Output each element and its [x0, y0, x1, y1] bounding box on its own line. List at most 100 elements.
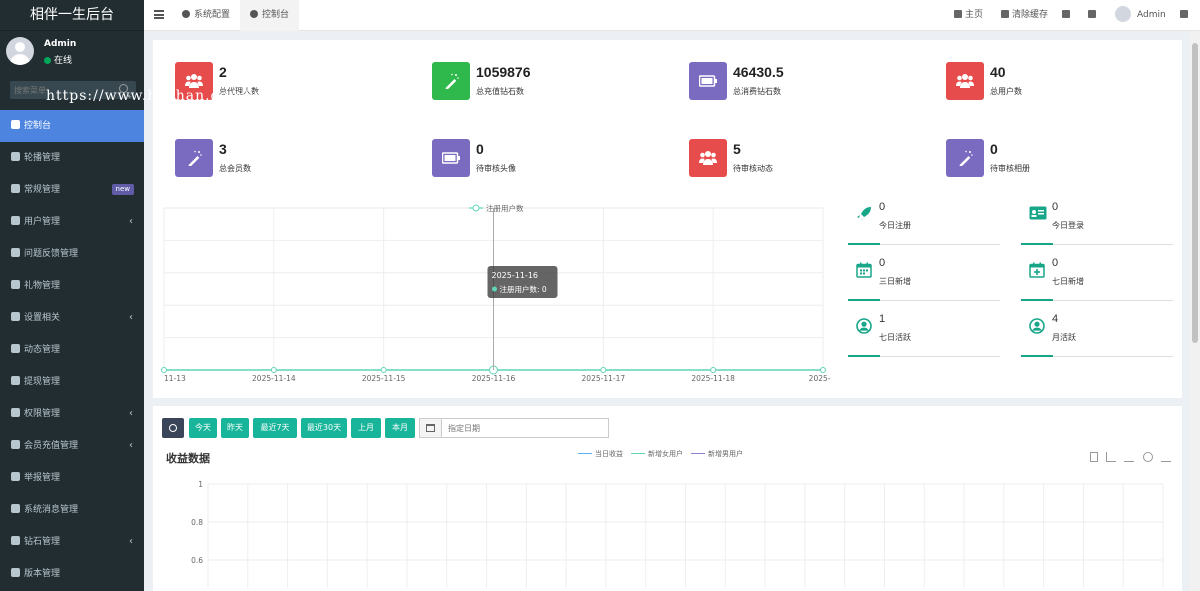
legend-label: 注册用户数: [486, 203, 524, 213]
sidebar-item-label: 会员充值管理: [24, 441, 79, 451]
x-tick-label: 2025-1': [809, 374, 831, 383]
tooltip-marker: [492, 286, 497, 292]
stat-card: 3 总会员数: [175, 139, 375, 179]
data-point: [161, 367, 167, 373]
legend-marker: [631, 447, 645, 454]
sidebar-item[interactable]: 常规管理 new: [0, 174, 144, 206]
sidebar-item-label: 礼物管理: [24, 281, 61, 291]
magic-wand-icon: [956, 150, 974, 168]
sidebar-item[interactable]: 控制台: [0, 110, 144, 142]
download-icon[interactable]: [1160, 452, 1171, 462]
stat-card: 0 待审核相册: [946, 139, 1146, 179]
sidebar-item[interactable]: 提现管理: [0, 366, 144, 398]
stat-card: 5 待审核动态: [689, 139, 889, 179]
home-icon: [954, 10, 962, 18]
sidebar-item[interactable]: 动态管理: [0, 334, 144, 366]
topbar: 系统配置 控制台 主页 清除缓存 Admin: [144, 0, 1200, 31]
x-tick-label: 2025-11-18: [691, 374, 735, 383]
stat-icon-box: [689, 139, 727, 177]
chevron-left-icon: ‹: [129, 312, 133, 323]
clear-cache-button[interactable]: 清除缓存: [1001, 0, 1048, 31]
admin-menu[interactable]: Admin: [1115, 0, 1166, 31]
stat-value: 46430.5: [733, 64, 784, 80]
sidebar: 相伴一生后台 Admin 在线 https://www.huzhan.com/i…: [0, 0, 340, 591]
user-name: Admin: [44, 39, 77, 49]
date-range-button[interactable]: 昨天: [221, 418, 249, 438]
settings-button[interactable]: [1180, 0, 1191, 31]
sidebar-item-label: 问题反馈管理: [24, 249, 79, 259]
menu-icon: [11, 408, 20, 417]
legend-item[interactable]: 新增女用户: [631, 449, 683, 459]
y-tick-label: 0.6: [191, 556, 203, 565]
fullscreen-button[interactable]: [1088, 0, 1099, 31]
sidebar-menu: 控制台 轮播管理常规管理 new 用户管理 ‹ 问题反馈管理 礼物管理设置相关 ‹ 动态管理提现…: [0, 110, 144, 590]
menu-icon: [11, 344, 20, 353]
date-range-button[interactable]: 本月: [385, 418, 415, 438]
line-chart-icon[interactable]: [1106, 452, 1117, 462]
date-range-button[interactable]: 今天: [189, 418, 217, 438]
sidebar-item[interactable]: 钻石管理 ‹: [0, 526, 144, 558]
sidebar-item-label: 提现管理: [24, 377, 61, 387]
menu-icon: [11, 376, 20, 385]
sidebar-item[interactable]: 系统消息管理: [0, 494, 144, 526]
stat-label: 待审核动态: [733, 164, 773, 173]
rocket-icon: [856, 206, 872, 222]
legend-item[interactable]: 当日收益: [578, 449, 623, 459]
user-circle-icon: [1029, 318, 1045, 334]
mini-stat-card: 0 三日新增: [848, 256, 1000, 301]
date-range-button[interactable]: 最近30天: [301, 418, 347, 438]
sidebar-item[interactable]: 版本管理: [0, 558, 144, 590]
scrollbar[interactable]: [1190, 31, 1200, 591]
mini-stat-value: 4: [1052, 313, 1059, 325]
tab-system-config[interactable]: 系统配置: [172, 0, 240, 31]
app-title[interactable]: 相伴一生后台: [0, 0, 144, 31]
mini-stat-value: 0: [879, 201, 886, 213]
mini-stat-label: 今日注册: [879, 221, 911, 230]
stat-value: 0: [476, 141, 484, 157]
sidebar-item[interactable]: 权限管理 ‹: [0, 398, 144, 430]
sidebar-item-label: 举报管理: [24, 473, 61, 483]
date-input[interactable]: [441, 418, 609, 438]
mini-stat-value: 0: [879, 257, 886, 269]
mini-stat-underline: [848, 355, 880, 357]
scrollbar-thumb[interactable]: [1192, 43, 1198, 343]
date-range-button[interactable]: 最近7天: [253, 418, 297, 438]
tab-dashboard[interactable]: 控制台: [240, 0, 300, 31]
sidebar-item[interactable]: 礼物管理: [0, 270, 144, 302]
x-tick-label: 2025-11-16: [472, 374, 516, 383]
mini-stat-label: 七日新增: [1052, 277, 1084, 286]
sidebar-item[interactable]: 问题反馈管理: [0, 238, 144, 270]
bar-chart-icon[interactable]: [1124, 452, 1135, 462]
new-badge: new: [111, 184, 134, 195]
date-range-button[interactable]: 上月: [351, 418, 381, 438]
mini-stat-value: 1: [879, 313, 886, 325]
stat-value: 3: [219, 141, 227, 157]
translate-button[interactable]: [1062, 0, 1073, 31]
user-status-label: 在线: [54, 56, 73, 66]
magic-wand-icon: [185, 150, 203, 168]
sidebar-item[interactable]: 轮播管理: [0, 142, 144, 174]
tooltip-value: 注册用户数: 0: [500, 284, 547, 294]
data-point: [380, 367, 387, 373]
revenue-legend: 当日收益 新增女用户 新增男用户: [578, 449, 751, 461]
hamburger-icon[interactable]: [154, 10, 164, 19]
refresh-icon[interactable]: [1142, 452, 1153, 462]
legend-item[interactable]: 新增男用户: [691, 449, 743, 459]
sidebar-item[interactable]: 设置相关 ‹: [0, 302, 144, 334]
data-view-icon[interactable]: [1090, 452, 1098, 462]
mini-stat-underline: [1021, 355, 1053, 357]
sidebar-item[interactable]: 会员充值管理 ‹: [0, 430, 144, 462]
menu-icon: [11, 312, 20, 321]
stat-value: 5: [733, 141, 741, 157]
menu-icon: [11, 248, 20, 257]
sidebar-item[interactable]: 用户管理 ‹: [0, 206, 144, 238]
sidebar-item-label: 常规管理: [24, 185, 61, 195]
sidebar-item[interactable]: 举报管理: [0, 462, 144, 494]
home-link[interactable]: 主页: [954, 0, 983, 31]
menu-icon: [11, 536, 20, 545]
calendar-button[interactable]: [419, 418, 441, 438]
mini-stat-card: 1 七日活跃: [848, 312, 1000, 357]
refresh-button[interactable]: [162, 418, 184, 438]
stat-icon-box: [946, 62, 984, 100]
gears-icon: [1180, 10, 1188, 18]
